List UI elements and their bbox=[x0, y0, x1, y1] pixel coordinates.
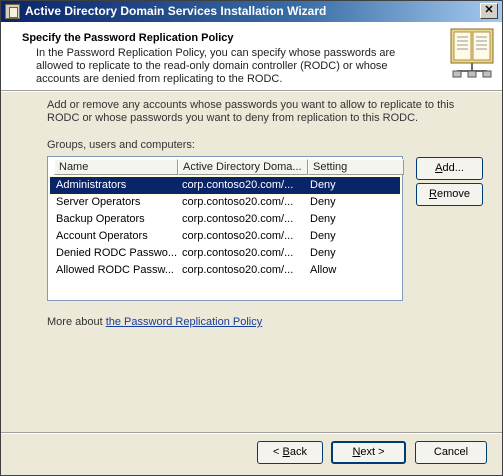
row-domain: corp.contoso20.com/... bbox=[182, 213, 294, 225]
account-row-backup-operators[interactable]: Backup Operators corp.contoso20.com/... … bbox=[50, 211, 400, 228]
column-header-name[interactable]: Name bbox=[54, 159, 178, 175]
row-setting: Deny bbox=[310, 179, 336, 191]
row-name: Account Operators bbox=[56, 230, 148, 242]
remove-accel: R bbox=[429, 188, 437, 200]
back-button[interactable]: < Back bbox=[257, 441, 323, 464]
instructions-text: Add or remove any accounts whose passwor… bbox=[47, 99, 455, 124]
row-domain: corp.contoso20.com/... bbox=[182, 196, 294, 208]
wizard-window: Active Directory Domain Services Install… bbox=[0, 0, 503, 476]
row-setting: Deny bbox=[310, 230, 336, 242]
title-bar[interactable]: Active Directory Domain Services Install… bbox=[1, 1, 502, 22]
close-button[interactable]: ✕ bbox=[480, 3, 498, 19]
account-row-account-operators[interactable]: Account Operators corp.contoso20.com/...… bbox=[50, 228, 400, 245]
row-setting: Deny bbox=[310, 196, 336, 208]
back-accel: B bbox=[282, 446, 290, 458]
account-row-server-operators[interactable]: Server Operators corp.contoso20.com/... … bbox=[50, 194, 400, 211]
column-header-domain[interactable]: Active Directory Doma... bbox=[178, 159, 308, 175]
wizard-header: Specify the Password Replication Policy … bbox=[1, 22, 502, 90]
more-prefix: More about bbox=[47, 316, 106, 328]
row-name: Server Operators bbox=[56, 196, 141, 208]
directory-book-icon bbox=[450, 28, 494, 78]
password-policy-link[interactable]: the Password Replication Policy bbox=[106, 316, 263, 328]
row-name: Backup Operators bbox=[56, 213, 145, 225]
list-label: Groups, users and computers: bbox=[47, 139, 195, 151]
window-title: Active Directory Domain Services Install… bbox=[25, 4, 327, 18]
more-info: More about the Password Replication Poli… bbox=[47, 316, 262, 328]
close-icon: ✕ bbox=[484, 4, 494, 16]
account-row-administrators[interactable]: Administrators corp.contoso20.com/... De… bbox=[49, 176, 401, 195]
row-setting: Deny bbox=[310, 247, 336, 259]
row-domain: corp.contoso20.com/... bbox=[182, 264, 294, 276]
account-row-denied-rodc[interactable]: Denied RODC Passwo... corp.contoso20.com… bbox=[50, 245, 400, 262]
row-setting: Allow bbox=[310, 264, 337, 276]
back-label: ack bbox=[289, 446, 307, 458]
add-label: dd... bbox=[442, 162, 464, 174]
row-setting: Deny bbox=[310, 213, 336, 225]
wizard-app-icon bbox=[5, 4, 20, 19]
next-button[interactable]: Next > bbox=[331, 441, 406, 464]
row-domain: corp.contoso20.com/... bbox=[182, 247, 294, 259]
remove-button[interactable]: Remove bbox=[416, 183, 483, 206]
next-label: ext > bbox=[360, 446, 385, 458]
row-domain: corp.contoso20.com/... bbox=[182, 230, 294, 242]
remove-label: emove bbox=[436, 188, 470, 200]
accounts-list[interactable]: Name Active Directory Doma... Setting Ad… bbox=[47, 156, 404, 301]
back-prefix: < bbox=[273, 446, 283, 458]
cancel-button[interactable]: Cancel bbox=[415, 441, 487, 464]
row-name: Administrators bbox=[56, 179, 127, 191]
row-name: Allowed RODC Passw... bbox=[56, 264, 174, 276]
row-name: Denied RODC Passwo... bbox=[56, 247, 178, 259]
account-row-allowed-rodc[interactable]: Allowed RODC Passw... corp.contoso20.com… bbox=[50, 262, 400, 279]
page-title: Specify the Password Replication Policy bbox=[22, 32, 234, 44]
row-domain: corp.contoso20.com/... bbox=[182, 179, 294, 191]
add-button[interactable]: Add... bbox=[416, 157, 483, 180]
list-header: Name Active Directory Doma... Setting bbox=[54, 159, 404, 175]
column-header-setting[interactable]: Setting bbox=[308, 159, 404, 175]
page-description: In the Password Replication Policy, you … bbox=[36, 47, 396, 85]
wizard-footer: < Back Next > Cancel bbox=[1, 432, 502, 475]
wizard-content: Add or remove any accounts whose passwor… bbox=[1, 92, 502, 432]
